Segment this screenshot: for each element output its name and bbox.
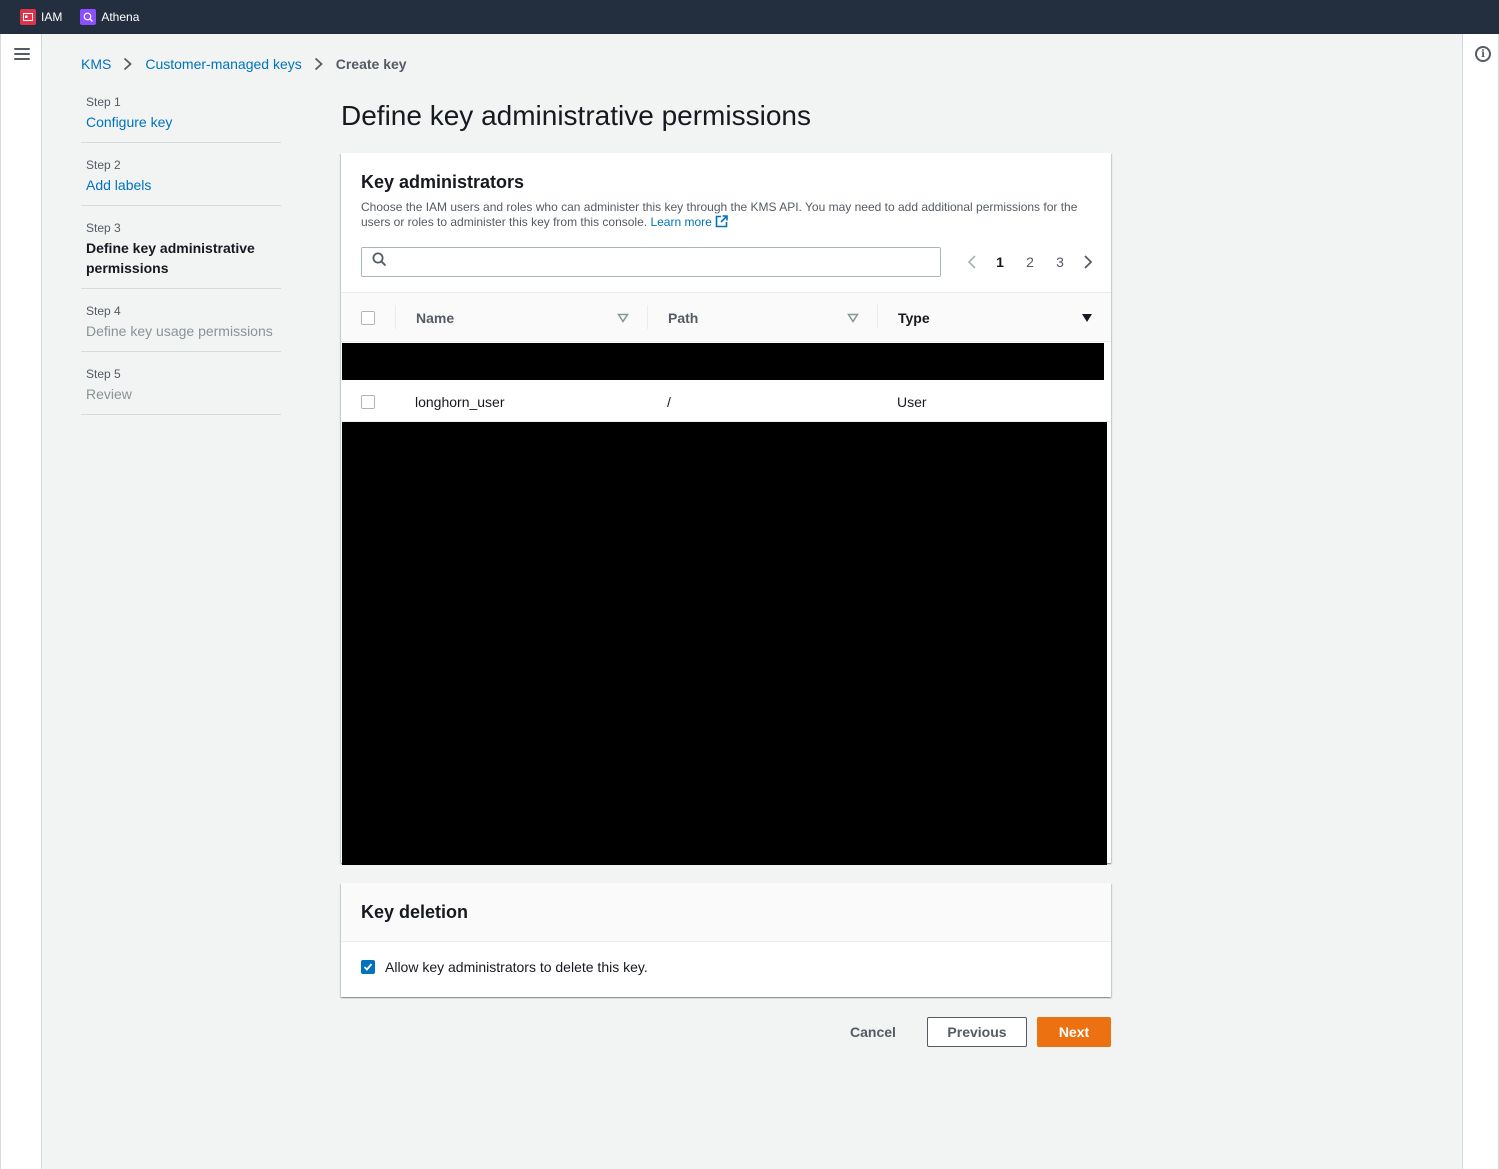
previous-button[interactable]: Previous [927,1017,1027,1047]
key-deletion-panel: Key deletion Allow key administrators to… [341,883,1111,997]
wizard-step-4: Step 4 Define key usage permissions [81,303,281,352]
step-title-disabled: Define key usage permissions [86,323,273,339]
page-button-1[interactable]: 1 [985,254,1015,270]
wizard-actions: Cancel Previous Next [834,1017,1111,1047]
row-type: User [897,393,927,410]
menu-icon[interactable] [14,48,30,62]
info-icon[interactable]: i [1475,46,1491,62]
checkmark-icon [363,963,373,971]
breadcrumb: KMS Customer-managed keys Create key [81,56,407,72]
pagination: 1 2 3 [959,254,1101,270]
next-button[interactable]: Next [1037,1017,1111,1047]
breadcrumb-current: Create key [335,56,407,72]
sort-triangle-icon[interactable] [617,310,629,326]
learn-more-label: Learn more [650,215,712,229]
step-current-title: Define key administrative permissions [86,240,255,276]
service-shortcut-iam[interactable]: IAM [20,9,62,25]
panel-description: Choose the IAM users and roles who can a… [361,200,1096,230]
row-name: longhorn_user [415,393,505,410]
wizard-step-2: Step 2 Add labels [81,157,281,206]
chevron-right-icon [314,57,324,71]
step-number: Step 1 [86,95,121,109]
cancel-button[interactable]: Cancel [834,1017,912,1047]
step-number: Step 3 [86,221,121,235]
key-administrators-panel: Key administrators Choose the IAM users … [341,153,1111,865]
tools-rail: i [1462,34,1499,1169]
service-shortcut-bar: IAM Athena [0,0,1499,34]
service-shortcut-athena[interactable]: Athena [80,9,139,25]
column-label: Type [898,310,930,326]
redacted-region [342,422,1107,865]
panel-title: Key administrators [361,172,525,192]
sort-triangle-icon[interactable] [847,310,859,326]
step-number: Step 4 [86,304,121,318]
breadcrumb-customer-managed-keys[interactable]: Customer-managed keys [145,56,301,72]
column-label: Name [416,310,455,326]
panel-title: Key deletion [361,902,469,922]
column-label: Path [668,310,699,326]
service-label: IAM [41,10,63,24]
wizard-steps: Step 1 Configure key Step 2 Add labels S… [81,94,281,429]
search-icon [372,252,387,272]
column-header-type[interactable]: Type [877,293,1111,343]
step-title-disabled: Review [86,386,132,402]
page-button-2[interactable]: 2 [1015,254,1045,270]
select-all-cell [361,293,375,343]
row-path: / [667,393,671,410]
chevron-left-icon[interactable] [965,254,979,270]
search-field[interactable] [361,247,941,277]
sort-triangle-icon[interactable] [1081,310,1093,326]
step-number: Step 5 [86,367,121,381]
table-header: Name Path Type [341,292,1111,342]
chevron-right-icon[interactable] [1081,254,1095,270]
column-header-path[interactable]: Path [647,293,877,343]
page-button-3[interactable]: 3 [1045,254,1075,270]
step-link-add-labels[interactable]: Add labels [86,175,276,195]
service-label: Athena [101,10,140,24]
redacted-region [342,343,1104,380]
chevron-right-icon [123,57,133,71]
allow-deletion-option[interactable]: Allow key administrators to delete this … [341,942,1111,992]
step-link-configure-key[interactable]: Configure key [86,112,276,132]
row-checkbox[interactable] [361,394,375,409]
breadcrumb-kms[interactable]: KMS [81,56,111,72]
allow-deletion-label: Allow key administrators to delete this … [385,959,648,975]
learn-more-link[interactable]: Learn more [650,215,728,229]
column-header-name[interactable]: Name [395,293,647,343]
external-link-icon [715,215,728,228]
wizard-step-5: Step 5 Review [81,366,281,415]
iam-service-icon [20,9,36,25]
table-row[interactable]: longhorn_user / User [341,382,1111,422]
navigation-rail [0,34,42,1169]
select-all-checkbox[interactable] [361,311,375,325]
search-input[interactable] [393,249,940,275]
wizard-step-3: Step 3 Define key administrative permiss… [81,220,281,289]
allow-deletion-checkbox[interactable] [361,960,375,974]
athena-service-icon [80,9,97,25]
page-title: Define key administrative permissions [341,100,811,131]
wizard-step-1: Step 1 Configure key [81,94,281,143]
step-number: Step 2 [86,158,121,172]
